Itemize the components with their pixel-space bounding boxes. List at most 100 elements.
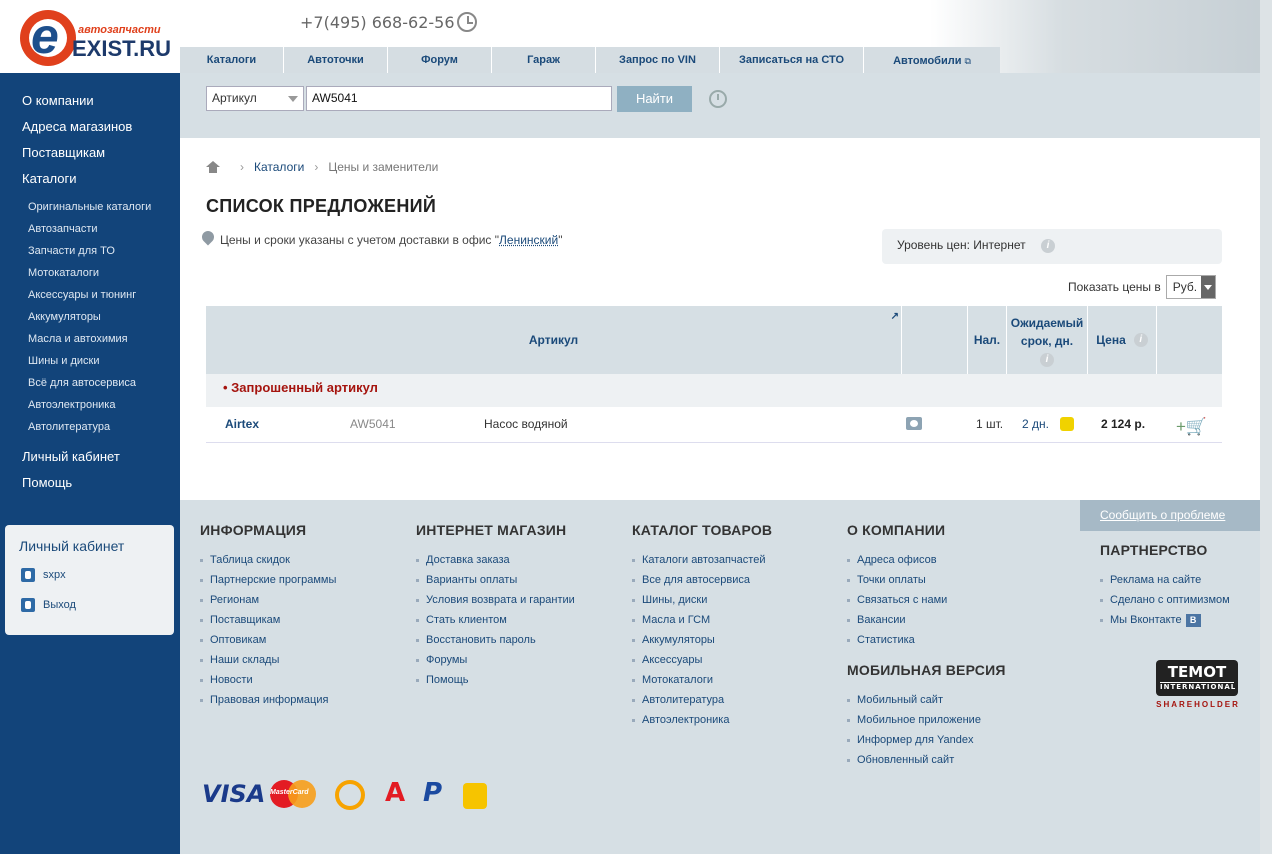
sidebar-item-cabinet[interactable]: Личный кабинет bbox=[22, 449, 120, 464]
info-icon[interactable]: i bbox=[1040, 352, 1054, 367]
footer-link[interactable]: Шины, диски bbox=[632, 590, 772, 610]
footer-link[interactable]: Статистика bbox=[847, 630, 1006, 650]
sidebar-item-catalogs[interactable]: Каталоги bbox=[22, 171, 77, 186]
sidebar-sub-literature[interactable]: Автолитература bbox=[28, 421, 110, 433]
sidebar-item-about[interactable]: О компании bbox=[22, 93, 94, 108]
footer-link[interactable]: Восстановить пароль bbox=[416, 630, 575, 650]
nav-autopoints[interactable]: Автоточки bbox=[284, 47, 388, 73]
resize-arrow-icon[interactable]: ↗ bbox=[891, 308, 899, 326]
footer-link[interactable]: Масла и ГСМ bbox=[632, 610, 772, 630]
search-input[interactable]: AW5041 bbox=[306, 86, 612, 111]
footer-link[interactable]: Варианты оплаты bbox=[416, 570, 575, 590]
brand-link[interactable]: Airtex bbox=[225, 417, 259, 431]
sidebar-sub-oils[interactable]: Масла и автохимия bbox=[28, 333, 128, 345]
sidebar-sub-service[interactable]: Всё для автосервиса bbox=[28, 377, 136, 389]
footer-link[interactable]: Связаться с нами bbox=[847, 590, 1006, 610]
nav-garage[interactable]: Гараж bbox=[492, 47, 596, 73]
footer-catalog: КАТАЛОГ ТОВАРОВ Каталоги автозапчастей В… bbox=[632, 522, 772, 730]
footer-link[interactable]: Аксессуары bbox=[632, 650, 772, 670]
user-link[interactable]: sxpx bbox=[21, 568, 66, 582]
table-header: Артикул ↗ Нал. Ожидаемый срок, дн. i Цена i bbox=[206, 306, 1222, 374]
sidebar-item-stores[interactable]: Адреса магазинов bbox=[22, 119, 132, 134]
cabinet-box: Личный кабинет sxpx Выход bbox=[5, 525, 174, 635]
nav-catalogs[interactable]: Каталоги bbox=[180, 47, 284, 73]
search-type-select[interactable]: Артикул bbox=[206, 86, 304, 111]
nav-vin-request[interactable]: Запрос по VIN bbox=[596, 47, 720, 73]
price-level-box: Уровень цен: Интернет i bbox=[882, 229, 1222, 264]
footer-link[interactable]: Автолитература bbox=[632, 690, 772, 710]
office-link[interactable]: Ленинский bbox=[499, 233, 558, 247]
footer-link[interactable]: Мотокаталоги bbox=[632, 670, 772, 690]
footer-link[interactable]: Мобильный сайт bbox=[847, 690, 1006, 710]
footer-link[interactable]: Регионам bbox=[200, 590, 336, 610]
footer-info: ИНФОРМАЦИЯ Таблица скидок Партнерские пр… bbox=[200, 522, 336, 710]
footer-link[interactable]: Вакансии bbox=[847, 610, 1006, 630]
footer-link[interactable]: Таблица скидок bbox=[200, 550, 336, 570]
sidebar-sub-parts[interactable]: Автозапчасти bbox=[28, 223, 98, 235]
nav-service-booking[interactable]: Записаться на СТО bbox=[720, 47, 864, 73]
header-expected[interactable]: Ожидаемый срок, дн. i bbox=[1007, 306, 1088, 374]
header-stock[interactable]: Нал. bbox=[968, 306, 1007, 374]
add-to-cart-icon[interactable]: +🛒 bbox=[1176, 417, 1207, 437]
nav-cars-wrap[interactable]: Автомобили ⧉ bbox=[864, 47, 1000, 73]
header-cart bbox=[1157, 306, 1222, 374]
photo-icon[interactable] bbox=[906, 417, 922, 430]
nav-forum[interactable]: Форум bbox=[388, 47, 492, 73]
search-bar: Артикул AW5041 Найти bbox=[180, 73, 1260, 138]
article-code[interactable]: AW5041 bbox=[350, 417, 396, 431]
site-logo[interactable]: e автозапчасти EXIST.RU bbox=[18, 8, 171, 68]
footer-link[interactable]: Точки оплаты bbox=[847, 570, 1006, 590]
footer-link[interactable]: Автоэлектроника bbox=[632, 710, 772, 730]
requested-article-row: • Запрошенный артикул bbox=[206, 374, 1222, 407]
search-button[interactable]: Найти bbox=[617, 86, 692, 112]
external-link-icon: ⧉ bbox=[964, 56, 971, 66]
footer-link[interactable]: Сделано с оптимизмом bbox=[1100, 590, 1230, 610]
temot-shareholder: SHAREHOLDER bbox=[1156, 700, 1240, 709]
temot-logo[interactable]: TEMOT INTERNATIONAL SHAREHOLDER bbox=[1156, 660, 1240, 712]
sidebar-sub-moto[interactable]: Мотокаталоги bbox=[28, 267, 99, 279]
footer-link[interactable]: Доставка заказа bbox=[416, 550, 575, 570]
footer-link[interactable]: Условия возврата и гарантии bbox=[416, 590, 575, 610]
info-icon[interactable]: i bbox=[1040, 238, 1055, 253]
home-icon[interactable] bbox=[206, 161, 220, 173]
footer-link[interactable]: Поставщикам bbox=[200, 610, 336, 630]
vk-icon: B bbox=[1185, 613, 1201, 627]
logout-link[interactable]: Выход bbox=[21, 598, 76, 612]
footer-link[interactable]: Реклама на сайте bbox=[1100, 570, 1230, 590]
footer-link[interactable]: Каталоги автозапчастей bbox=[632, 550, 772, 570]
sidebar-sub-tires[interactable]: Шины и диски bbox=[28, 355, 99, 367]
footer-link[interactable]: Помощь bbox=[416, 670, 575, 690]
footer-link[interactable]: Стать клиентом bbox=[416, 610, 575, 630]
footer-link[interactable]: Информер для Yandex bbox=[847, 730, 1006, 750]
sidebar-item-suppliers[interactable]: Поставщикам bbox=[22, 145, 105, 160]
sidebar-sub-service-parts[interactable]: Запчасти для ТО bbox=[28, 245, 115, 257]
sidebar-sub-batteries[interactable]: Аккумуляторы bbox=[28, 311, 101, 323]
footer-link[interactable]: Новости bbox=[200, 670, 336, 690]
history-icon[interactable] bbox=[709, 90, 727, 108]
sidebar-sub-accessories[interactable]: Аксессуары и тюнинг bbox=[28, 289, 136, 301]
breadcrumb-catalogs[interactable]: Каталоги bbox=[254, 160, 304, 174]
footer-link[interactable]: Аккумуляторы bbox=[632, 630, 772, 650]
footer-link[interactable]: Форумы bbox=[416, 650, 575, 670]
footer-link-vk[interactable]: Мы Вконтакте B bbox=[1100, 610, 1230, 630]
footer-link[interactable]: Обновленный сайт bbox=[847, 750, 1006, 770]
phone-number[interactable]: +7(495) 668-62-56 bbox=[300, 13, 455, 32]
sidebar-sub-original[interactable]: Оригинальные каталоги bbox=[28, 201, 151, 213]
header-price[interactable]: Цена i bbox=[1088, 306, 1157, 374]
footer-link[interactable]: Все для автосервиса bbox=[632, 570, 772, 590]
footer-link[interactable]: Оптовикам bbox=[200, 630, 336, 650]
footer-link[interactable]: Партнерские программы bbox=[200, 570, 336, 590]
footer-link[interactable]: Мобильное приложение bbox=[847, 710, 1006, 730]
header-article[interactable]: Артикул ↗ bbox=[206, 306, 902, 374]
delivery-days[interactable]: 2 дн. bbox=[1022, 417, 1049, 431]
cabinet-title[interactable]: Личный кабинет bbox=[19, 538, 124, 554]
report-problem-link[interactable]: Сообщить о проблеме bbox=[1080, 500, 1260, 531]
clock-icon[interactable] bbox=[457, 12, 477, 32]
sidebar-sub-electronics[interactable]: Автоэлектроника bbox=[28, 399, 115, 411]
footer-link[interactable]: Адреса офисов bbox=[847, 550, 1006, 570]
footer-link[interactable]: Наши склады bbox=[200, 650, 336, 670]
footer-link[interactable]: Правовая информация bbox=[200, 690, 336, 710]
currency-select[interactable]: Руб. bbox=[1165, 275, 1216, 299]
info-icon[interactable]: i bbox=[1133, 333, 1148, 347]
sidebar-item-help[interactable]: Помощь bbox=[22, 475, 72, 490]
